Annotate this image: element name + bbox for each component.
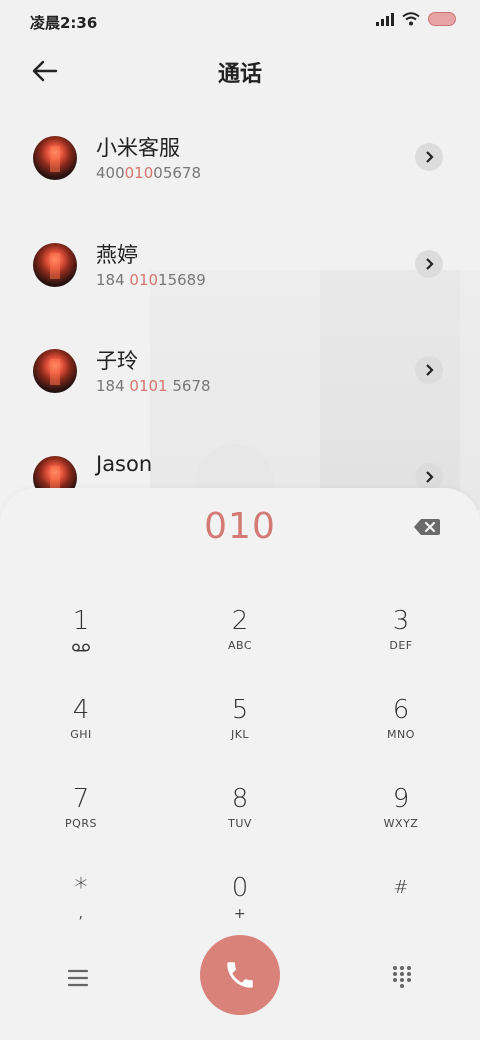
dial-key-0[interactable]: 0 + xyxy=(185,858,295,934)
voicemail-icon xyxy=(72,643,90,652)
status-time: 凌晨2:36 xyxy=(30,14,98,32)
chevron-right-icon xyxy=(426,258,434,270)
avatar xyxy=(33,349,77,393)
call-button[interactable] xyxy=(200,935,280,1015)
contact-detail-button[interactable] xyxy=(415,463,443,491)
phone-icon xyxy=(227,962,253,988)
avatar xyxy=(33,136,77,180)
status-bar: 凌晨2:36 xyxy=(0,0,480,44)
contact-item[interactable]: 子玲 184 0101 5678 xyxy=(0,317,480,423)
wifi-icon xyxy=(402,12,420,26)
dial-key-2[interactable]: 2 ABC xyxy=(185,591,295,667)
dial-key-hash[interactable]: # xyxy=(346,858,456,934)
contact-item[interactable]: 小米客服 40001005678 xyxy=(0,104,480,210)
dial-key-9[interactable]: 9 WXYZ xyxy=(346,769,456,845)
contact-number: 184 01015689 xyxy=(96,271,206,289)
chevron-right-icon xyxy=(426,151,434,163)
contact-name: 小米客服 xyxy=(96,136,180,160)
dial-key-6[interactable]: 6 MNO xyxy=(346,680,456,756)
dialpad-grid-icon[interactable] xyxy=(390,964,414,988)
dial-key-8[interactable]: 8 TUV xyxy=(185,769,295,845)
contact-number: 184 0101 5678 xyxy=(96,377,211,395)
contact-name: 燕婷 xyxy=(96,243,138,267)
page-title: 通话 xyxy=(217,62,262,87)
dialed-number: 010 xyxy=(204,506,276,547)
contact-detail-button[interactable] xyxy=(415,143,443,171)
status-icons xyxy=(376,12,456,26)
contact-detail-button[interactable] xyxy=(415,356,443,384)
dial-key-1[interactable]: 1 xyxy=(26,591,136,667)
menu-icon[interactable] xyxy=(66,968,90,988)
contact-item[interactable]: 燕婷 184 01015689 xyxy=(0,211,480,317)
contact-name: 子玲 xyxy=(96,349,138,373)
dial-key-4[interactable]: 4 GHI xyxy=(26,680,136,756)
dial-key-5[interactable]: 5 JKL xyxy=(185,680,295,756)
contact-number: 40001005678 xyxy=(96,164,201,182)
avatar xyxy=(33,243,77,287)
chevron-right-icon xyxy=(426,364,434,376)
chevron-right-icon xyxy=(426,471,434,483)
dialpad-action-bar xyxy=(0,932,480,1022)
contact-detail-button[interactable] xyxy=(415,250,443,278)
header: 通话 xyxy=(0,44,480,100)
signal-icon xyxy=(376,12,394,26)
dial-key-7[interactable]: 7 PQRS xyxy=(26,769,136,845)
contact-name: Jason xyxy=(96,452,153,476)
dial-key-star[interactable]: * , xyxy=(26,858,136,934)
backspace-icon[interactable] xyxy=(413,516,441,538)
dialpad-sheet: 010 1 2 ABC 3 DEF 4 GHI 5 JKL 6 MNO 7 PQ… xyxy=(0,488,480,1040)
dial-key-3[interactable]: 3 DEF xyxy=(346,591,456,667)
battery-icon xyxy=(428,12,456,26)
